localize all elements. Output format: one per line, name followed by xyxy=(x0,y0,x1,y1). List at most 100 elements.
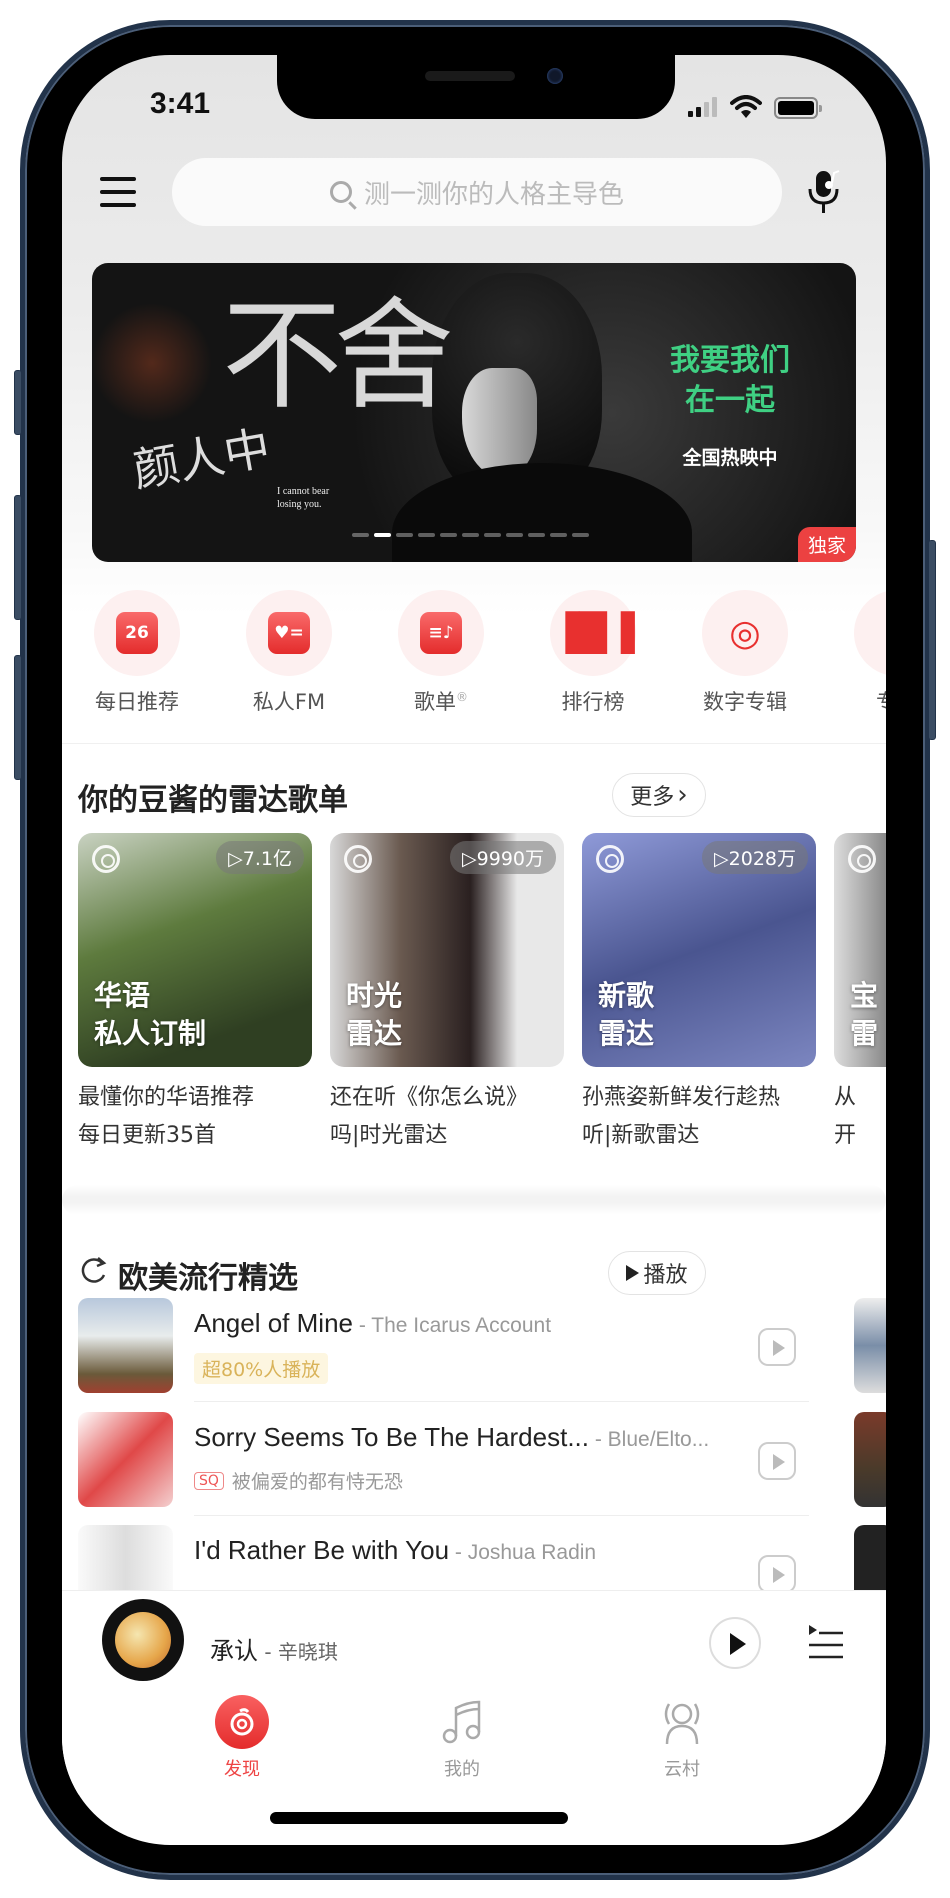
power-button xyxy=(928,540,936,740)
shortcut-playlist[interactable]: ≡♪ 歌单® xyxy=(366,590,516,716)
signal-icon xyxy=(688,97,717,117)
banner-dot[interactable] xyxy=(396,533,413,537)
playlist-card[interactable]: ▷7.1亿华语 私人订制最懂你的华语推荐 每日更新35首 xyxy=(78,833,312,1155)
playlist-card[interactable]: ▷2028万 新歌 雷达 孙燕姿新鲜发行趁热 听|新歌雷达 xyxy=(582,833,816,1155)
radio-icon: ♥= xyxy=(268,612,310,654)
divider xyxy=(194,1401,809,1402)
banner-dot[interactable] xyxy=(374,533,391,537)
next-column-thumb[interactable] xyxy=(854,1298,886,1393)
western-section-title: 欧美流行精选 xyxy=(118,1261,298,1296)
shortcut-digital-album[interactable]: ◎ 数字专辑 xyxy=(670,590,820,716)
banner-calligraphy-artist: 颜人中 xyxy=(128,420,275,498)
section-separator xyxy=(62,1185,886,1215)
now-playing-disc[interactable] xyxy=(102,1599,184,1681)
play-count: ▷2028万 xyxy=(702,841,808,874)
search-input[interactable]: 测一测你的人格主导色 xyxy=(172,158,782,226)
playlist-cover-title: 新歌 雷达 xyxy=(598,979,655,1050)
tab-label: 发现 xyxy=(224,1759,260,1780)
shortcut-calendar[interactable]: 26 每日推荐 xyxy=(62,590,212,716)
playlist-cover[interactable]: 宝雷 xyxy=(834,833,886,1067)
banner-calligraphy-title: 不舍 xyxy=(222,287,454,426)
song-artist: - Joshua Radin xyxy=(449,1541,597,1564)
song-row[interactable]: Angel of Mine - The Icarus Account 超80%人播… xyxy=(78,1298,809,1402)
playlist-cover[interactable]: ▷2028万新歌 雷达 xyxy=(582,833,816,1067)
home-indicator[interactable] xyxy=(270,1812,568,1824)
chevron-right-icon: › xyxy=(677,780,688,810)
tab-music-note[interactable]: 我的 xyxy=(402,1695,522,1781)
album-art xyxy=(78,1412,173,1507)
banner-dot[interactable] xyxy=(506,533,523,537)
playlist-cover-title: 华语 私人订制 xyxy=(94,979,207,1050)
banner-movie-subtitle: 全国热映中 xyxy=(682,447,778,469)
play-count: ▷9990万 xyxy=(450,841,556,874)
song-play-button[interactable] xyxy=(758,1442,796,1480)
volume-up-button xyxy=(14,495,22,620)
playlist-card[interactable]: 宝雷从开 xyxy=(834,833,886,1155)
banner-dot[interactable] xyxy=(418,533,435,537)
tab-label: 云村 xyxy=(664,1759,700,1780)
divider xyxy=(62,743,886,744)
mini-player[interactable]: 承认 - 辛晓琪 xyxy=(62,1590,886,1700)
community-icon xyxy=(655,1695,709,1749)
now-playing-title: 承认 - 辛晓琪 xyxy=(210,1637,338,1665)
song-artist: - The Icarus Account xyxy=(352,1314,552,1337)
banner-dot[interactable] xyxy=(440,533,457,537)
netease-logo-icon xyxy=(848,845,876,873)
radar-section-title: 你的豆酱的雷达歌单 xyxy=(78,783,348,818)
netease-logo-icon xyxy=(215,1695,269,1749)
song-title: I'd Rather Be with You - Joshua Radin xyxy=(194,1535,597,1565)
song-artist: - Blue/Elto... xyxy=(589,1428,710,1451)
banner-dot[interactable] xyxy=(462,533,479,537)
playlist-cover[interactable]: ▷7.1亿华语 私人订制 xyxy=(78,833,312,1067)
playlist-description: 最懂你的华语推荐 每日更新35首 xyxy=(78,1085,255,1148)
focus-icon: ◗ xyxy=(876,612,886,654)
shortcut-radio[interactable]: ♥= 私人FM xyxy=(214,590,364,716)
exclusive-tag: 独家 xyxy=(797,527,856,562)
netease-logo-icon xyxy=(344,845,372,873)
shortcut-label: 私人FM xyxy=(252,690,326,714)
song-row[interactable]: Sorry Seems To Be The Hardest... - Blue/… xyxy=(78,1412,809,1516)
mute-switch xyxy=(14,370,22,435)
menu-button[interactable] xyxy=(100,177,136,207)
banner-pagination[interactable] xyxy=(352,533,589,537)
playlist-cover[interactable]: ▷9990万 时光 雷达 xyxy=(330,833,564,1067)
shortcut-row: 26 每日推荐 ♥= 私人FM ≡♪ 歌单® ▐█▐ 排行榜 ◎ 数字专辑 ◗ 专注 xyxy=(62,590,886,714)
tab-netease-logo[interactable]: 发现 xyxy=(182,1695,302,1781)
banner-dot[interactable] xyxy=(484,533,501,537)
shortcut-focus[interactable]: ◗ 专注 xyxy=(822,590,886,716)
tab-label: 我的 xyxy=(444,1759,480,1780)
banner-dot[interactable] xyxy=(352,533,369,537)
song-play-button[interactable] xyxy=(758,1328,796,1366)
promo-banner[interactable]: 不舍 颜人中 I cannot bear losing you. 我要我们 在一起… xyxy=(92,263,856,562)
song-title: Sorry Seems To Be The Hardest... - Blue/… xyxy=(194,1422,710,1452)
play-all-button[interactable]: 播放 xyxy=(608,1251,706,1295)
banner-dot[interactable] xyxy=(528,533,545,537)
refresh-icon[interactable] xyxy=(78,1255,108,1287)
divider xyxy=(194,1515,809,1516)
popularity-badge: 超80%人播放 xyxy=(194,1353,329,1384)
search-icon xyxy=(329,181,352,203)
next-column-thumb[interactable] xyxy=(854,1412,886,1507)
shortcut-label: 排行榜 xyxy=(561,690,625,714)
search-placeholder: 测一测你的人格主导色 xyxy=(363,179,624,210)
app-screen: 3:41 测一测你的人格主导色 不舍 颜人中 I cannot bear los… xyxy=(62,55,886,1845)
mini-play-button[interactable] xyxy=(709,1617,761,1669)
notch xyxy=(277,55,675,119)
song-title: Angel of Mine - The Icarus Account xyxy=(194,1308,552,1338)
banner-dot[interactable] xyxy=(550,533,567,537)
playlist-card[interactable]: ▷9990万 时光 雷达 还在听《你怎么说》 吗|时光雷达 xyxy=(330,833,564,1155)
digital-album-icon: ◎ xyxy=(729,612,761,654)
calendar-icon: 26 xyxy=(116,612,158,654)
song-play-button[interactable] xyxy=(758,1555,796,1593)
playlist-queue-icon[interactable] xyxy=(807,1621,843,1665)
mic-music-icon[interactable] xyxy=(804,167,844,217)
shortcut-chart-bars[interactable]: ▐█▐ 排行榜 xyxy=(518,590,668,716)
netease-logo-icon xyxy=(92,845,120,873)
play-count: ▷7.1亿 xyxy=(216,841,304,874)
playlist-icon: ≡♪ xyxy=(420,612,462,654)
tab-community[interactable]: 云村 xyxy=(622,1695,742,1781)
banner-dot[interactable] xyxy=(572,533,589,537)
shortcut-label: 歌单® xyxy=(414,690,468,714)
more-button[interactable]: 更多 › xyxy=(612,773,706,817)
banner-english-text: I cannot bear losing you. xyxy=(277,486,330,510)
